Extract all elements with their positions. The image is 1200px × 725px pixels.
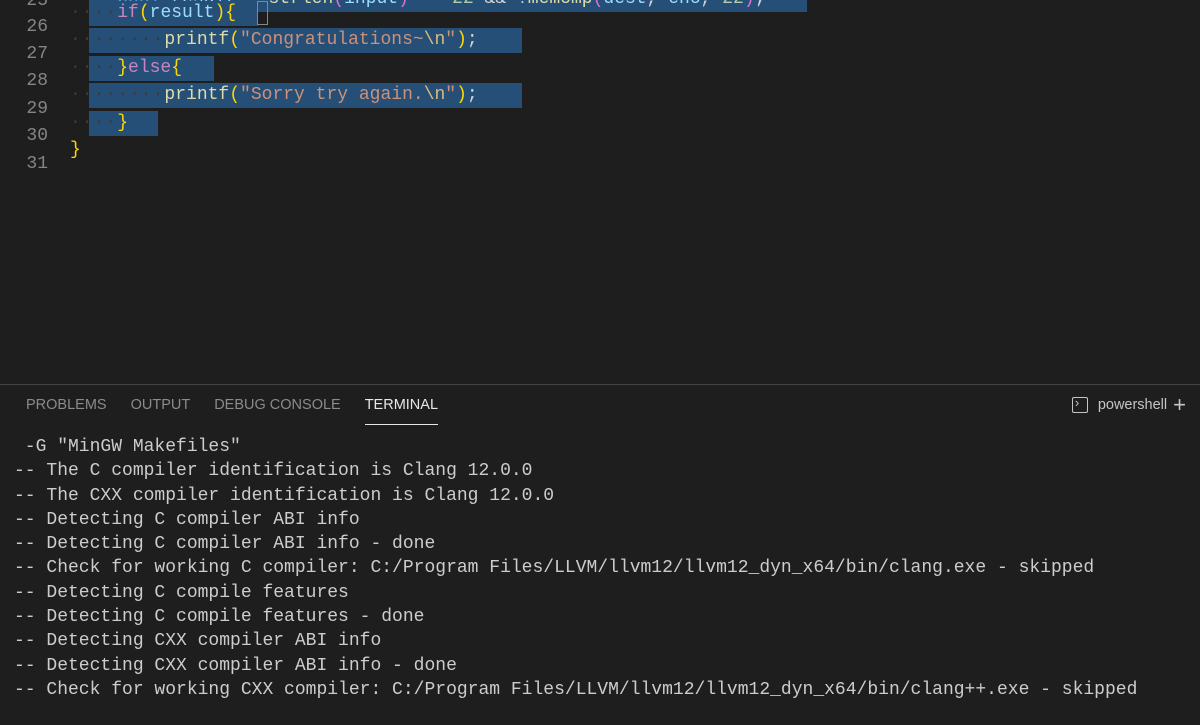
line-number: 30 — [0, 123, 70, 150]
terminal-shell-name: powershell — [1098, 397, 1167, 413]
code-line[interactable]: } — [70, 137, 1200, 164]
tab-terminal[interactable]: TERMINAL — [353, 385, 450, 425]
tab-problems[interactable]: PROBLEMS — [14, 385, 119, 425]
terminal-selector[interactable]: powershell — [1072, 397, 1167, 413]
code-line[interactable]: ········printf("Congratulations~\n"); — [70, 27, 1200, 54]
code-line[interactable]: ····}else{ — [70, 55, 1200, 82]
code-line[interactable]: ····} — [70, 110, 1200, 137]
line-number: 28 — [0, 68, 70, 95]
code-editor[interactable]: 25262728293031 ····bool result = strlen(… — [0, 0, 1200, 384]
tab-debug-console[interactable]: DEBUG CONSOLE — [202, 385, 353, 425]
terminal-output[interactable]: -G "MinGW Makefiles" -- The C compiler i… — [0, 425, 1200, 725]
line-number: 31 — [0, 151, 70, 178]
line-number: 25 — [0, 0, 70, 14]
new-terminal-button[interactable]: + — [1167, 392, 1192, 418]
panel-tab-bar: PROBLEMS OUTPUT DEBUG CONSOLE TERMINAL p… — [0, 385, 1200, 425]
text-cursor — [257, 1, 268, 25]
code-line[interactable]: ········printf("Sorry try again.\n"); — [70, 82, 1200, 109]
line-number: 26 — [0, 14, 70, 41]
code-content[interactable]: ····bool result = strlen(input) == 22 &&… — [70, 0, 1200, 384]
line-number: 29 — [0, 96, 70, 123]
line-number-gutter: 25262728293031 — [0, 0, 70, 384]
bottom-panel: PROBLEMS OUTPUT DEBUG CONSOLE TERMINAL p… — [0, 384, 1200, 725]
line-number: 27 — [0, 41, 70, 68]
code-line[interactable]: ····if(result){ — [70, 0, 1200, 27]
terminal-icon — [1072, 397, 1088, 413]
tab-output[interactable]: OUTPUT — [119, 385, 203, 425]
